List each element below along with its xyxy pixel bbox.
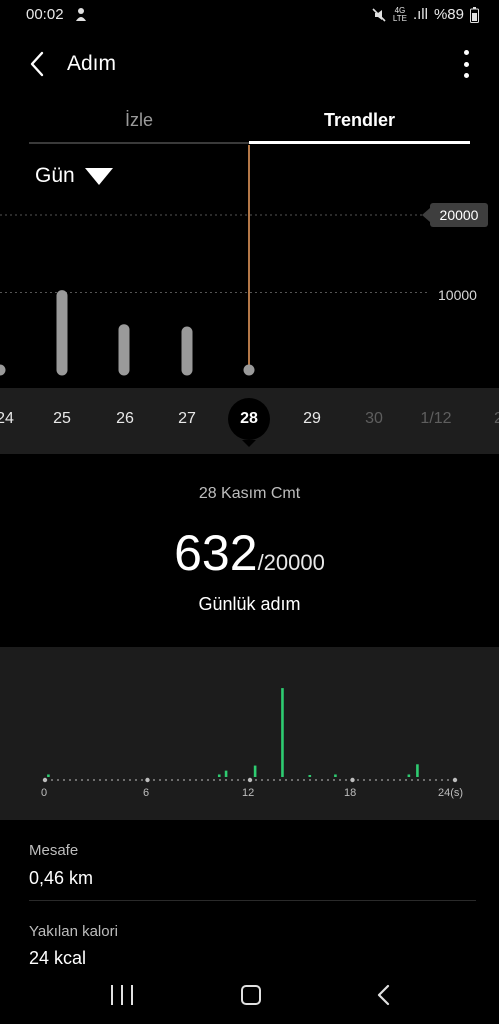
hourly-bar-1 xyxy=(217,774,221,777)
hour-tick-12 xyxy=(247,777,253,783)
hourly-bar-5 xyxy=(308,775,312,777)
hour-tick-18 xyxy=(350,777,355,783)
network-bottom: LTE xyxy=(392,13,407,23)
step-caption: Günlük adım xyxy=(198,594,301,614)
date-item-24[interactable]: 24 xyxy=(0,410,30,428)
page-title: Adım xyxy=(67,52,117,75)
step-value: 632 xyxy=(174,525,258,581)
distance-value: 0,46 km xyxy=(29,868,94,888)
date-item-1-12[interactable]: 1/12 xyxy=(411,410,461,428)
home-button[interactable] xyxy=(241,985,261,1005)
selection-pointer xyxy=(242,440,256,447)
more-options-button[interactable] xyxy=(461,50,471,78)
nav-back-icon xyxy=(377,984,390,1006)
bar-point-24 xyxy=(0,364,6,376)
date-item-25[interactable]: 25 xyxy=(37,410,87,428)
hour-tick-6 xyxy=(145,777,150,783)
hour-label-18: 18 xyxy=(344,787,357,799)
hour-label-24: 24(s) xyxy=(438,787,464,799)
calories-value: 24 kcal xyxy=(29,948,87,968)
step-count: 632/20000 xyxy=(0,524,499,582)
date-item-selected[interactable]: 28 xyxy=(228,398,270,440)
calories-label: Yakılan kalori xyxy=(29,923,118,940)
status-time: 00:02 xyxy=(26,6,64,23)
trend-chart[interactable] xyxy=(0,140,499,390)
nav-back-button[interactable] xyxy=(374,984,394,1006)
selected-date: 28 Kasım Cmt xyxy=(198,485,301,502)
hourly-bar-0 xyxy=(47,774,50,777)
bar-point-28 xyxy=(243,364,255,376)
status-right: 4G LTE .ıll %89 xyxy=(371,6,479,23)
date-item-26[interactable]: 26 xyxy=(100,410,150,428)
chevron-left-icon xyxy=(30,51,44,77)
hour-label-0: 0 xyxy=(41,787,48,799)
network-type: 4G LTE xyxy=(392,6,407,23)
tab-trendler[interactable]: Trendler xyxy=(249,110,470,131)
battery-text: %89 xyxy=(433,6,464,23)
back-button[interactable] xyxy=(26,48,54,80)
recent-bar-icon xyxy=(131,985,133,1005)
battery-icon xyxy=(470,6,479,23)
y-axis-label-max: 20000 xyxy=(422,203,488,227)
step-goal: /20000 xyxy=(257,550,325,575)
hourly-bar-6 xyxy=(334,774,337,777)
mute-icon xyxy=(372,7,386,22)
date-item-30[interactable]: 30 xyxy=(349,410,399,428)
hourly-bar-8 xyxy=(416,764,419,777)
signal-icon: .ıll xyxy=(412,6,428,23)
more-dot-icon xyxy=(463,73,469,78)
recent-bar-icon xyxy=(121,985,123,1005)
hour-tick-0 xyxy=(42,777,48,783)
hour-label-12: 12 xyxy=(242,787,255,799)
hour-label-6: 6 xyxy=(143,787,150,799)
distance-label: Mesafe xyxy=(29,842,79,859)
date-item-29[interactable]: 29 xyxy=(287,410,337,428)
hourly-bar-7 xyxy=(407,774,411,777)
more-dot-icon xyxy=(463,61,469,67)
divider xyxy=(29,900,476,901)
hourly-bar-4 xyxy=(281,688,284,777)
hourly-bar-2 xyxy=(224,770,228,777)
notification-icon xyxy=(74,7,88,28)
recent-apps-button[interactable] xyxy=(111,985,133,1005)
more-dot-icon xyxy=(463,50,469,55)
y-axis-label-mid: 10000 xyxy=(438,287,477,303)
hourly-bar-3 xyxy=(253,765,257,777)
date-item-27[interactable]: 27 xyxy=(162,410,212,428)
recent-bar-icon xyxy=(111,985,113,1005)
date-item-2[interactable]: 2 xyxy=(474,410,499,428)
hour-tick-24 xyxy=(452,777,458,783)
tab-izle[interactable]: İzle xyxy=(29,110,249,131)
